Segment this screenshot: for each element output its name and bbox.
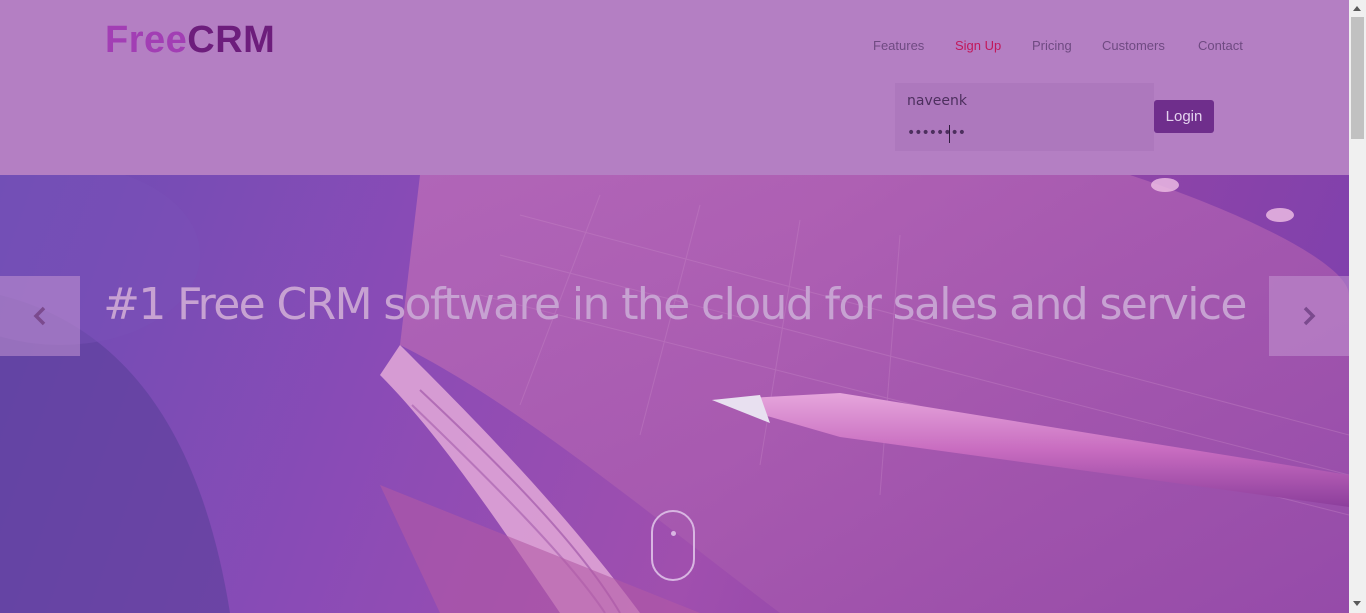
logo-crm-text: CRM	[187, 19, 276, 61]
scroll-dot	[671, 531, 676, 536]
hero-title: #1 Free CRM software in the cloud for sa…	[103, 279, 1247, 330]
mouse-scroll-icon[interactable]	[651, 510, 695, 581]
page-scrollbar[interactable]	[1349, 0, 1366, 613]
site-header: FreeCRM Features Sign Up Pricing Custome…	[0, 0, 1349, 175]
nav-contact[interactable]: Contact	[1198, 37, 1243, 55]
login-form	[895, 83, 1154, 151]
scroll-down-arrow-icon[interactable]	[1353, 601, 1361, 606]
nav-pricing[interactable]: Pricing	[1032, 37, 1072, 55]
nav-features[interactable]: Features	[873, 37, 924, 55]
password-input[interactable]	[899, 121, 1147, 145]
chevron-right-icon	[1303, 306, 1316, 326]
hero-carousel: #1 Free CRM software in the cloud for sa…	[0, 175, 1349, 613]
chevron-left-icon	[33, 306, 46, 326]
nav-sign-up[interactable]: Sign Up	[955, 37, 1001, 55]
carousel-next-button[interactable]	[1269, 276, 1349, 356]
scrollbar-thumb[interactable]	[1351, 17, 1364, 139]
text-caret	[949, 125, 950, 143]
nav-customers[interactable]: Customers	[1102, 37, 1165, 55]
username-input[interactable]	[899, 89, 1147, 113]
freecrm-logo[interactable]: FreeCRM	[105, 18, 275, 62]
logo-free-text: Free	[105, 19, 188, 61]
scroll-up-arrow-icon[interactable]	[1353, 6, 1361, 11]
login-button[interactable]: Login	[1154, 100, 1214, 133]
carousel-prev-button[interactable]	[0, 276, 80, 356]
